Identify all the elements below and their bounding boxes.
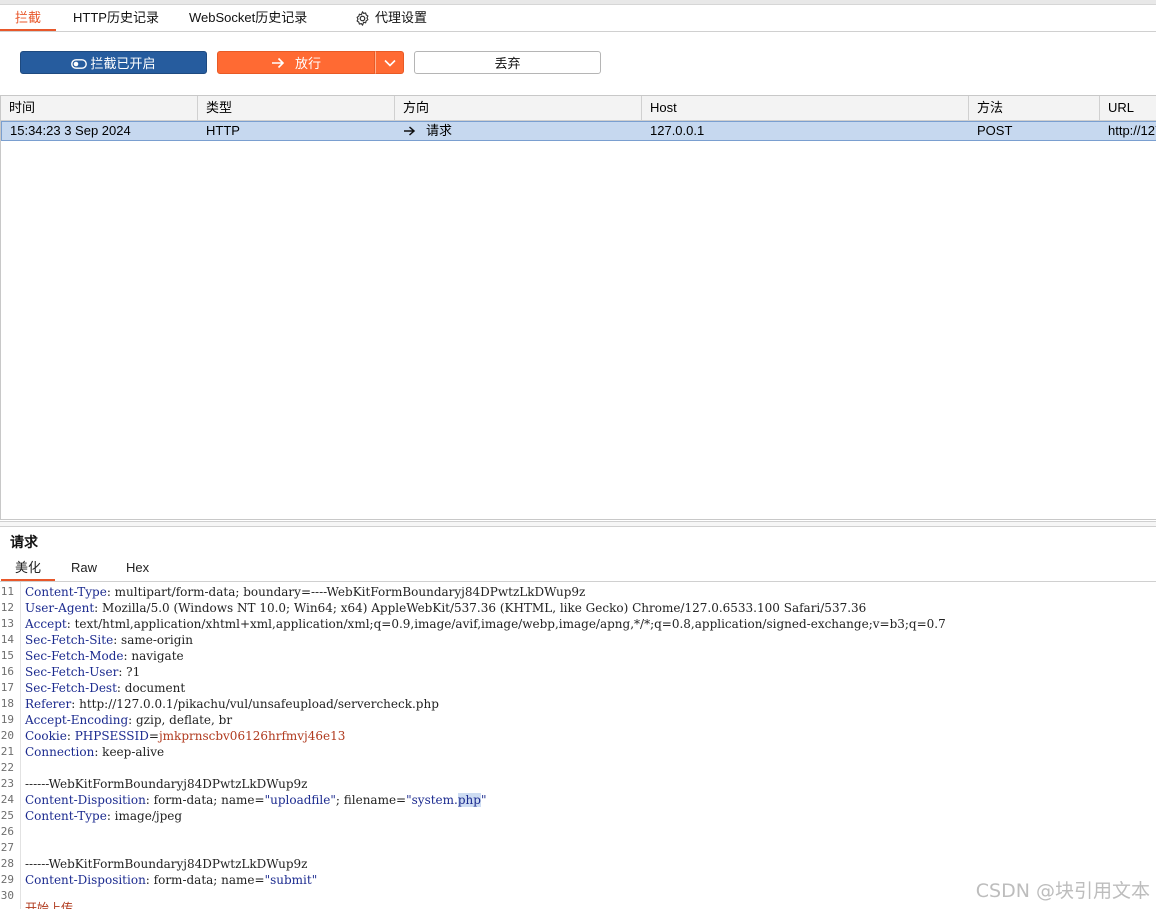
cell-host: 127.0.0.1 xyxy=(650,123,705,138)
toggle-on-icon xyxy=(71,59,88,69)
request-panel-title: 请求 xyxy=(10,534,38,550)
line-number: 15 xyxy=(0,649,14,662)
column-header-time[interactable]: 时间 xyxy=(1,96,198,120)
header-line: Referer: http://127.0.0.1/pikachu/vul/un… xyxy=(25,697,439,711)
column-header-type[interactable]: 类型 xyxy=(198,96,395,120)
line-number: 13 xyxy=(0,617,14,630)
header-line: User-Agent: Mozilla/5.0 (Windows NT 10.0… xyxy=(25,601,867,615)
tab-raw[interactable]: Raw xyxy=(71,557,97,580)
line-number: 26 xyxy=(0,825,14,838)
line-number: 22 xyxy=(0,761,14,774)
tab-proxy-settings[interactable]: 代理设置 xyxy=(354,5,427,30)
column-header-host[interactable]: Host xyxy=(642,96,969,120)
gear-icon xyxy=(356,11,369,26)
line-number: 23 xyxy=(0,777,14,790)
request-editor[interactable]: 11 12 13 14 15 16 17 18 19 20 21 22 23 2… xyxy=(0,582,1156,909)
header-line: Connection: keep-alive xyxy=(25,745,165,759)
forward-label: 放行 xyxy=(294,56,321,71)
arrow-right-icon xyxy=(271,57,285,69)
table-header: 时间 类型 方向 Host 方法 URL xyxy=(1,96,1156,121)
cell-url: http://127.0.0.1 xyxy=(1108,123,1156,138)
line-number: 19 xyxy=(0,713,14,726)
line-number: 21 xyxy=(0,745,14,758)
cell-type: HTTP xyxy=(206,123,240,138)
pane-splitter[interactable] xyxy=(0,521,1156,527)
boundary-line: ------WebKitFormBoundaryj84DPwtzLkDWup9z xyxy=(25,857,308,871)
header-line: Sec-Fetch-Dest: document xyxy=(25,681,186,695)
arrow-right-icon xyxy=(404,126,416,136)
tab-intercept[interactable]: 拦截 xyxy=(0,5,57,31)
line-number: 29 xyxy=(0,873,14,886)
line-number: 14 xyxy=(0,633,14,646)
watermark: CSDN @块引用文本 xyxy=(975,880,1150,902)
selected-text: php xyxy=(457,793,481,807)
line-number: 17 xyxy=(0,681,14,694)
line-number: 24 xyxy=(0,793,14,806)
tab-pretty[interactable]: 美化 xyxy=(0,557,56,581)
line-number: 25 xyxy=(0,809,14,822)
line-number: 12 xyxy=(0,601,14,614)
proxy-tab-bar: 拦截 HTTP历史记录 WebSocket历史记录 代理设置 xyxy=(0,5,1156,32)
header-line: Content-Disposition: form-data; name="su… xyxy=(25,873,318,887)
header-line: Content-Type: multipart/form-data; bound… xyxy=(25,585,586,599)
header-line: Cookie: PHPSESSID=jmkprnscbv06126hrfmvj4… xyxy=(25,729,346,743)
cell-direction: 请求 xyxy=(395,122,642,140)
intercept-toggle-button[interactable]: 拦截已开启 xyxy=(20,51,207,74)
forward-button[interactable]: 放行 xyxy=(217,51,375,74)
column-header-method[interactable]: 方法 xyxy=(969,96,1100,120)
boundary-line: ------WebKitFormBoundaryj84DPwtzLkDWup9z xyxy=(25,777,308,791)
header-line: Sec-Fetch-User: ?1 xyxy=(25,665,141,679)
forward-options-dropdown[interactable] xyxy=(375,51,404,74)
header-line: Accept: text/html,application/xhtml+xml,… xyxy=(25,617,946,631)
header-line: Sec-Fetch-Mode: navigate xyxy=(25,649,184,663)
header-line: Content-Disposition: form-data; name="up… xyxy=(25,793,487,807)
drop-button[interactable]: 丢弃 xyxy=(414,51,601,74)
intercept-queue-table: 时间 类型 方向 Host 方法 URL 15:34:23 3 Sep 2024… xyxy=(0,95,1156,520)
tab-proxy-settings-label: 代理设置 xyxy=(375,10,428,25)
header-line: Content-Type: image/jpeg xyxy=(25,809,183,823)
column-header-url[interactable]: URL xyxy=(1100,96,1156,120)
header-line: Sec-Fetch-Site: same-origin xyxy=(25,633,193,647)
cell-method: POST xyxy=(977,123,1013,138)
tab-hex[interactable]: Hex xyxy=(126,557,149,580)
column-header-direction[interactable]: 方向 xyxy=(395,96,642,120)
line-number: 16 xyxy=(0,665,14,678)
line-number: 28 xyxy=(0,857,14,870)
line-number: 18 xyxy=(0,697,14,710)
intercept-toolbar: 拦截已开启 放行 丢弃 xyxy=(0,32,1156,95)
table-row[interactable]: 15:34:23 3 Sep 2024 HTTP 请求 127.0.0.1 PO… xyxy=(1,121,1156,141)
request-view-tabs: 美化 Raw Hex xyxy=(0,557,1156,582)
line-number: 27 xyxy=(0,841,14,854)
header-line: Accept-Encoding: gzip, deflate, br xyxy=(25,713,233,727)
tab-http-history[interactable]: HTTP历史记录 xyxy=(73,5,159,30)
line-number-gutter: 11 12 13 14 15 16 17 18 19 20 21 22 23 2… xyxy=(0,582,21,909)
line-number: 30 xyxy=(0,889,14,902)
chevron-down-icon xyxy=(383,59,396,67)
tab-websocket-history[interactable]: WebSocket历史记录 xyxy=(189,5,307,30)
cell-time: 15:34:23 3 Sep 2024 xyxy=(10,123,131,138)
line-number: 11 xyxy=(0,585,14,598)
cell-direction-label: 请求 xyxy=(426,123,453,138)
body-value-line: 开始上传 xyxy=(25,901,74,909)
line-number: 20 xyxy=(0,729,14,742)
intercept-toggle-label: 拦截已开启 xyxy=(90,56,156,71)
